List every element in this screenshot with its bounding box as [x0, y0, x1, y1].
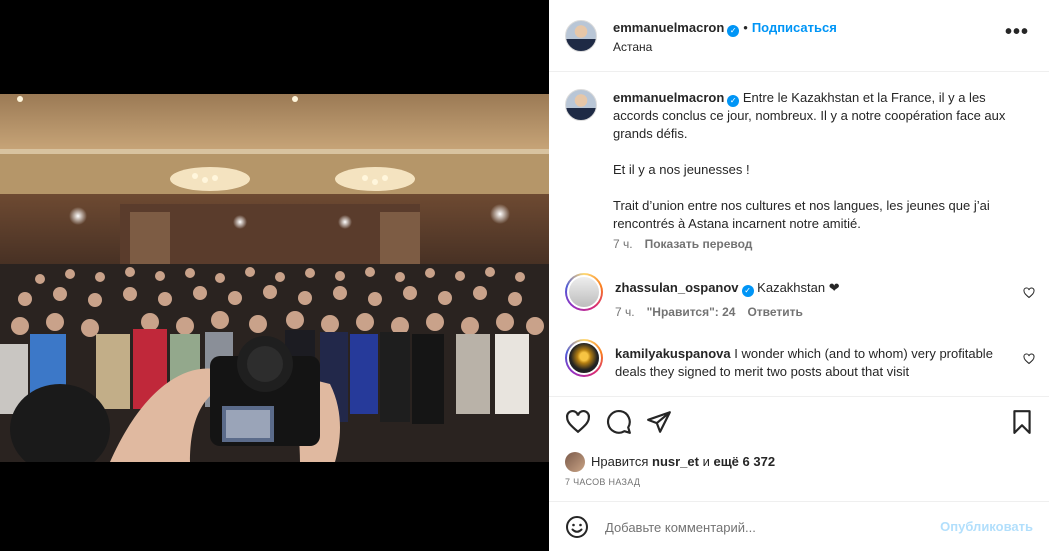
- commenter-username[interactable]: kamilyakuspanova: [615, 346, 731, 361]
- location-link[interactable]: Астана: [613, 40, 652, 54]
- header-separator: •: [743, 20, 748, 35]
- header-user-line: emmanuelmacron ✓ • Подписаться: [613, 20, 837, 37]
- publish-button[interactable]: Опубликовать: [940, 519, 1033, 534]
- caption-paragraph-3: Trait d’union entre nos cultures et nos …: [613, 198, 990, 231]
- post-sidebar: emmanuelmacron ✓ • Подписаться Астана ••• e…: [549, 0, 1049, 551]
- emoji-icon[interactable]: [565, 515, 589, 539]
- post-header: emmanuelmacron ✓ • Подписаться Астана •••: [549, 0, 1049, 72]
- caption-paragraph-1: emmanuelmacron ✓ Entre le Kazakhstan et l…: [613, 89, 1023, 143]
- comment-time[interactable]: 7 ч.: [615, 305, 635, 319]
- liker-username[interactable]: nusr_et: [652, 454, 699, 469]
- post-actions: [549, 396, 1049, 446]
- comments-list[interactable]: emmanuelmacron ✓ Entre le Kazakhstan et l…: [549, 73, 1049, 396]
- like-heart-icon[interactable]: [565, 409, 591, 435]
- group-photo-image: [0, 94, 549, 462]
- follow-button[interactable]: Подписаться: [752, 20, 837, 35]
- post-time-ago[interactable]: 7 ЧАСОВ НАЗАД: [565, 477, 640, 487]
- bookmark-icon[interactable]: [1009, 409, 1035, 435]
- caption-meta: 7 ч. Показать перевод: [613, 235, 1023, 253]
- comment-body: zhassulan_ospanov ✓ Kazakhstan ❤ 7 ч. "Нра…: [615, 279, 1015, 321]
- commenter-avatar[interactable]: [565, 339, 603, 377]
- share-icon[interactable]: [646, 409, 672, 435]
- likes-count[interactable]: ещё 6 372: [713, 454, 775, 469]
- add-comment-input[interactable]: [605, 517, 925, 537]
- liker-avatar[interactable]: [565, 452, 585, 472]
- caption-time[interactable]: 7 ч.: [613, 237, 633, 251]
- commenter-username[interactable]: zhassulan_ospanov: [615, 280, 739, 295]
- caption-author-avatar[interactable]: [565, 89, 597, 121]
- caption-paragraph-2: Et il y a nos jeunesses !: [613, 162, 750, 177]
- likes-summary[interactable]: Нравится nusr_et и ещё 6 372: [565, 452, 775, 472]
- translate-button[interactable]: Показать перевод: [645, 237, 753, 251]
- author-username[interactable]: emmanuelmacron: [613, 20, 724, 35]
- comment-likes-count[interactable]: "Нравится": 24: [647, 305, 736, 319]
- verified-badge-icon: ✓: [741, 285, 754, 297]
- post-photo[interactable]: [0, 94, 549, 462]
- author-avatar[interactable]: [565, 20, 597, 52]
- reply-button[interactable]: Ответить: [747, 305, 802, 319]
- caption-author-username[interactable]: emmanuelmacron: [613, 90, 724, 105]
- heart-icon[interactable]: [1023, 287, 1035, 299]
- comment-text: Kazakhstan ❤: [757, 280, 840, 295]
- heart-icon[interactable]: [1023, 353, 1035, 365]
- comment-icon[interactable]: [606, 409, 632, 435]
- likes-middle: и: [702, 454, 710, 469]
- verified-badge-icon: ✓: [727, 95, 740, 107]
- verified-badge-icon: ✓: [727, 25, 740, 37]
- post-media: [0, 0, 549, 551]
- commenter-avatar[interactable]: [565, 273, 603, 311]
- caption-body: emmanuelmacron ✓ Entre le Kazakhstan et l…: [613, 89, 1023, 253]
- more-options-icon[interactable]: •••: [1005, 22, 1029, 42]
- comment-body: kamilyakuspanova I wonder which (and to …: [615, 345, 1015, 381]
- comment-meta: 7 ч. "Нравится": 24 Ответить: [615, 303, 1015, 321]
- add-comment-bar: Опубликовать: [549, 501, 1049, 551]
- likes-prefix: Нравится: [591, 454, 649, 469]
